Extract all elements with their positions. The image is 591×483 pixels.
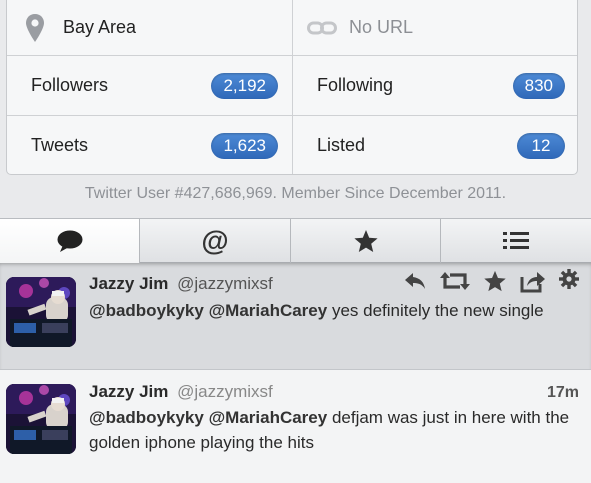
- tweet-item[interactable]: Jazzy Jim @jazzymixsf 17m @badboykyky @M…: [0, 370, 591, 483]
- tweet-author-name[interactable]: Jazzy Jim: [89, 274, 168, 293]
- location-text: Bay Area: [63, 17, 137, 37]
- tweet-actions: [403, 269, 579, 293]
- tweet-timestamp: 17m: [546, 384, 579, 401]
- location-pin-icon: [26, 13, 44, 42]
- tab-favorites[interactable]: [291, 219, 441, 263]
- tweets-cell[interactable]: Tweets 1,623: [7, 116, 293, 174]
- listed-cell[interactable]: Listed 12: [293, 116, 577, 174]
- tweet-author-handle[interactable]: @jazzymixsf: [177, 382, 273, 401]
- tweets-count-badge: 1,623: [211, 132, 278, 159]
- tweet-item[interactable]: Jazzy Jim @jazzymixsf @badboykyky @Maria…: [0, 263, 591, 370]
- profile-stats-card: Bay Area No URL Followers 2,192 Followin…: [6, 0, 578, 175]
- tweets-label: Tweets: [31, 135, 89, 155]
- mention-link[interactable]: @MariahCarey: [209, 408, 328, 427]
- gear-icon[interactable]: [559, 269, 579, 293]
- listed-count-badge: 12: [517, 132, 565, 159]
- tweet-body-text: yes definitely the new single: [327, 301, 544, 320]
- star-icon: [353, 230, 378, 252]
- mention-link[interactable]: @MariahCarey: [209, 301, 328, 320]
- at-icon: @: [201, 225, 229, 256]
- location-url-row: Bay Area No URL: [7, 0, 577, 56]
- tweet-text: @badboykyky @MariahCarey yes definitely …: [89, 298, 579, 323]
- link-icon: [307, 21, 337, 34]
- following-label: Following: [317, 75, 394, 95]
- url-text: No URL: [349, 17, 414, 37]
- followers-count-badge: 2,192: [211, 72, 278, 99]
- speech-bubble-icon: [57, 230, 82, 252]
- tweet-author-handle[interactable]: @jazzymixsf: [177, 274, 273, 293]
- reply-icon[interactable]: [403, 269, 427, 293]
- tab-tweets[interactable]: [0, 219, 140, 263]
- tab-mentions[interactable]: @: [140, 219, 291, 263]
- member-info-text: Twitter User #427,686,969. Member Since …: [84, 185, 507, 202]
- dj-photo-avatar-image: [6, 384, 76, 454]
- followers-label: Followers: [31, 75, 109, 95]
- avatar[interactable]: [6, 384, 76, 454]
- retweet-icon[interactable]: [440, 269, 470, 293]
- followers-cell[interactable]: Followers 2,192: [7, 56, 293, 115]
- dj-photo-avatar-image: [6, 277, 76, 347]
- profile-tab-bar: @: [0, 218, 591, 263]
- tweet-text: @badboykyky @MariahCarey defjam was just…: [89, 405, 579, 455]
- tweet-header: Jazzy Jim @jazzymixsf: [89, 382, 273, 402]
- tab-lists[interactable]: [441, 219, 591, 263]
- tweet-header: Jazzy Jim @jazzymixsf: [89, 274, 273, 294]
- mention-link[interactable]: @badboykyky: [89, 408, 204, 427]
- listed-label: Listed: [317, 135, 366, 155]
- avatar[interactable]: [6, 277, 76, 347]
- favorite-star-icon[interactable]: [483, 269, 507, 293]
- url-cell[interactable]: No URL: [293, 0, 577, 55]
- following-count-badge: 830: [512, 72, 565, 99]
- share-icon[interactable]: [520, 269, 546, 293]
- followers-following-row: Followers 2,192 Following 830: [7, 56, 577, 116]
- list-icon: [503, 232, 529, 249]
- mention-link[interactable]: @badboykyky: [89, 301, 204, 320]
- following-cell[interactable]: Following 830: [293, 56, 577, 115]
- tweets-listed-row: Tweets 1,623 Listed 12: [7, 116, 577, 174]
- tweet-author-name[interactable]: Jazzy Jim: [89, 382, 168, 401]
- location-cell: Bay Area: [7, 0, 293, 55]
